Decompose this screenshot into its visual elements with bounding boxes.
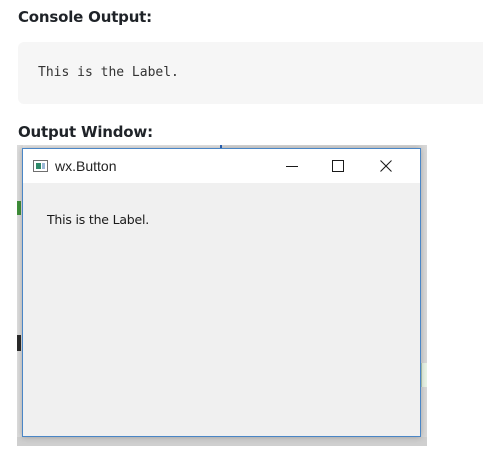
wx-button-window: wx.Button This is the Label. — [22, 148, 421, 437]
static-text-label: This is the Label. — [47, 212, 150, 227]
console-output-heading: Console Output: — [18, 8, 152, 26]
console-output-box: This is the Label. — [18, 42, 483, 104]
background-window-marker — [17, 335, 21, 351]
window-client-area: This is the Label. — [23, 183, 420, 436]
maximize-button[interactable] — [315, 149, 361, 183]
maximize-icon — [332, 160, 344, 172]
background-taskbar-strip — [17, 437, 427, 446]
output-window-screenshot: wx.Button This is the Label. — [17, 145, 427, 446]
minimize-button[interactable] — [269, 149, 315, 183]
window-titlebar[interactable]: wx.Button — [23, 149, 420, 183]
window-title: wx.Button — [55, 158, 117, 174]
wx-app-icon — [33, 160, 48, 172]
background-window-tab — [421, 363, 427, 387]
close-button[interactable] — [363, 149, 409, 183]
background-window-accent — [17, 201, 21, 215]
minimize-icon — [286, 166, 298, 167]
output-window-heading: Output Window: — [18, 123, 153, 141]
close-icon — [380, 160, 392, 172]
console-output-text: This is the Label. — [38, 65, 179, 80]
